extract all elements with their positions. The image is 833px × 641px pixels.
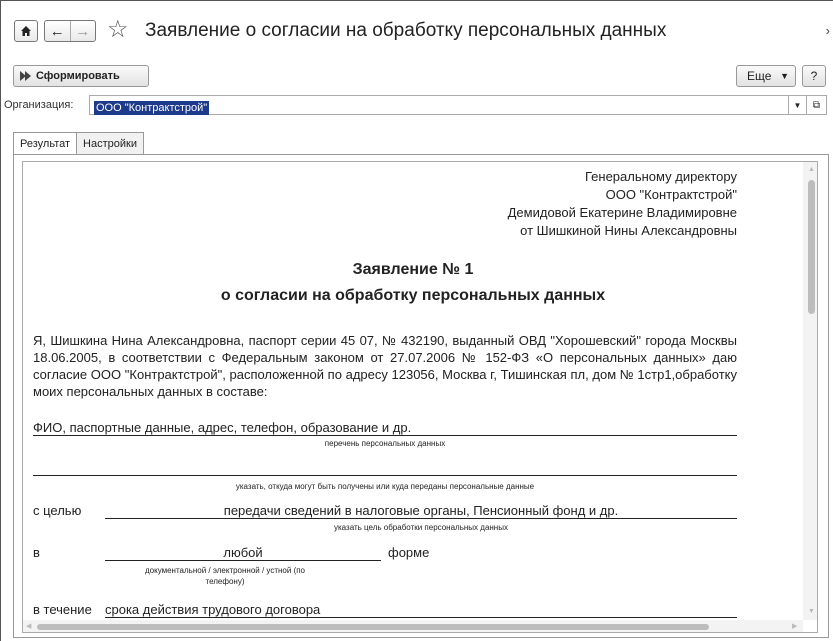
organization-input[interactable]: ООО "Контрактстрой" bbox=[89, 95, 789, 115]
more-label: Еще bbox=[747, 69, 772, 83]
help-button[interactable]: ? bbox=[802, 65, 826, 87]
purpose-caption: указать цель обработки персональных данн… bbox=[334, 523, 508, 532]
addressee-line: от Шишкиной Нины Александровны bbox=[520, 223, 737, 238]
tab-result[interactable]: Результат bbox=[13, 132, 78, 155]
organization-dropdown-button[interactable]: ▼ bbox=[789, 95, 807, 115]
source-caption: указать, откуда могут быть получены или … bbox=[235, 482, 535, 491]
dropdown-arrow-icon: ▼ bbox=[793, 100, 802, 110]
form-label: в bbox=[33, 545, 40, 560]
favorite-star-icon[interactable]: ☆ bbox=[107, 16, 129, 44]
help-label: ? bbox=[810, 69, 818, 83]
addressee-line: ООО "Контрактстрой" bbox=[605, 187, 737, 202]
document-subheading: о согласии на обработку персональных дан… bbox=[220, 287, 606, 304]
home-button[interactable] bbox=[14, 20, 38, 42]
form-suffix: форме bbox=[388, 545, 430, 560]
data-list-caption: перечень персональных данных bbox=[324, 439, 446, 448]
addressee-line: Демидовой Екатерине Владимировне bbox=[507, 205, 737, 220]
window-title: Заявление о согласии на обработку персон… bbox=[145, 20, 667, 41]
horizontal-scroll-thumb[interactable] bbox=[37, 624, 709, 630]
term-underline bbox=[105, 601, 737, 618]
document-viewer[interactable]: Генеральному директору ООО "Контрактстро… bbox=[22, 161, 818, 633]
generate-label: Сформировать bbox=[36, 70, 120, 82]
tab-settings[interactable]: Настройки bbox=[76, 132, 144, 154]
home-icon bbox=[21, 26, 31, 36]
term-label: в течение bbox=[33, 602, 92, 617]
scroll-right-icon[interactable]: ▶ bbox=[792, 622, 797, 630]
history-nav: ← → bbox=[44, 20, 96, 42]
play-double-icon bbox=[20, 71, 31, 81]
tab-bar: Результат Настройки bbox=[13, 132, 144, 155]
form-caption: документальной / электронной / устной (п… bbox=[144, 566, 306, 586]
data-list-underline bbox=[33, 419, 737, 436]
scroll-up-icon[interactable]: ▲ bbox=[808, 166, 815, 173]
purpose-underline bbox=[105, 502, 737, 519]
organization-open-button[interactable]: ⧉ bbox=[807, 95, 827, 115]
arrow-left-icon: ← bbox=[49, 22, 65, 40]
open-window-icon: ⧉ bbox=[812, 99, 821, 111]
horizontal-scrollbar[interactable]: ◀ ▶ bbox=[23, 620, 803, 632]
title-bar: ← → ☆ Заявление о согласии на обработку … bbox=[1, 1, 833, 57]
more-button[interactable]: Еще ▼ bbox=[736, 65, 796, 87]
purpose-label: с целью bbox=[33, 503, 82, 518]
vertical-scroll-thumb[interactable] bbox=[808, 180, 815, 314]
vertical-scrollbar[interactable]: ▲ ▼ bbox=[803, 162, 817, 620]
forward-button[interactable]: → bbox=[69, 21, 96, 41]
scroll-left-icon[interactable]: ◀ bbox=[26, 622, 31, 630]
addressee-line: Генеральному директору bbox=[585, 169, 737, 184]
back-button[interactable]: ← bbox=[45, 21, 70, 41]
generate-button[interactable]: Сформировать bbox=[13, 65, 149, 87]
dropdown-arrow-icon: ▼ bbox=[780, 71, 789, 81]
source-underline bbox=[33, 459, 737, 476]
app-window: ← → ☆ Заявление о согласии на обработку … bbox=[0, 0, 833, 641]
addressee-block: Генеральному директору ООО "Контрактстро… bbox=[508, 168, 737, 240]
organization-label: Организация: bbox=[4, 99, 74, 111]
organization-value: ООО "Контрактстрой" bbox=[94, 101, 210, 115]
chevron-right-icon[interactable]: › bbox=[826, 23, 830, 38]
arrow-right-icon: → bbox=[75, 22, 91, 40]
consent-paragraph: Я, Шишкина Нина Александровна, паспорт с… bbox=[33, 333, 737, 399]
scroll-down-icon[interactable]: ▼ bbox=[808, 608, 815, 615]
form-underline bbox=[105, 544, 381, 561]
document-page: Генеральному директору ООО "Контрактстро… bbox=[23, 162, 803, 620]
document-heading: Заявление № 1 bbox=[352, 261, 474, 278]
